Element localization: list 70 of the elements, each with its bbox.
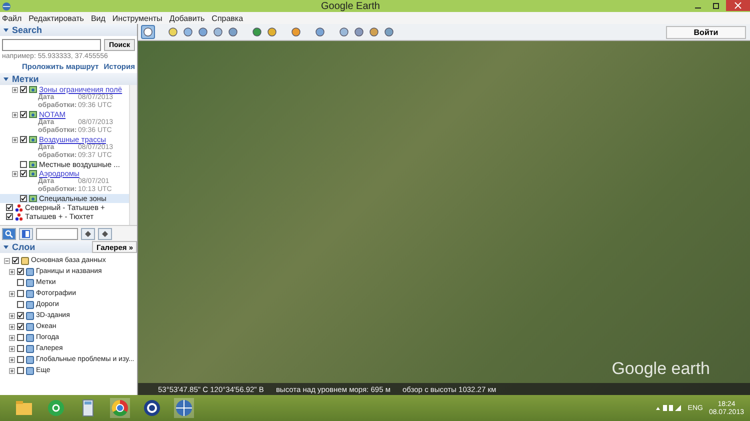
menu-item[interactable]: Добавить [169,14,205,22]
move-up-button[interactable] [81,228,95,240]
checkbox[interactable] [20,161,27,168]
panel-toggle-button[interactable] [19,228,33,240]
database-icon [21,256,29,264]
logo-text: Google earth [612,359,710,379]
expand-toggle-icon[interactable] [9,290,15,296]
tray-icons-drawing[interactable] [656,404,682,412]
checkbox[interactable] [17,323,24,330]
menu-item[interactable]: Справка [212,14,244,22]
panel-title: Метки [12,74,40,84]
sign-in-button[interactable]: Войти [666,26,746,38]
checkbox[interactable] [6,213,13,220]
filter-field[interactable] [36,228,78,240]
expand-toggle-icon[interactable] [9,268,15,274]
checkbox[interactable] [17,290,24,297]
checkbox[interactable] [20,170,27,177]
checkbox[interactable] [17,367,24,374]
search-field[interactable] [2,39,101,51]
collapse-arrow-icon[interactable] [3,244,9,250]
close-button[interactable] [726,0,750,11]
checkbox[interactable] [6,204,13,211]
checkbox[interactable] [17,301,24,308]
menu-item[interactable]: Инструменты [112,14,162,22]
move-down-button[interactable] [98,228,112,240]
places-panel-header[interactable]: Метки [0,73,137,85]
diamond-arrows-icon [101,230,109,238]
checkbox[interactable] [20,111,27,118]
sidebar-icon[interactable] [141,25,155,39]
menu-item[interactable]: Вид [90,14,106,22]
expand-toggle-icon[interactable] [12,170,18,176]
globe-icon[interactable] [174,398,194,418]
panel-title: Search [12,25,44,35]
browser-icon[interactable] [110,398,130,418]
menu-item[interactable]: Редактировать [28,14,84,22]
folder-icon[interactable] [14,398,34,418]
checkbox[interactable] [17,345,24,352]
expand-toggle-icon[interactable] [9,334,15,340]
expand-toggle-icon[interactable] [12,136,18,142]
checkbox[interactable] [17,312,24,319]
collapse-arrow-icon[interactable] [3,76,9,82]
diamond-arrows-icon [84,230,92,238]
network-folder-icon [29,110,37,118]
search-panel-header[interactable]: Search [0,24,137,36]
network-folder-icon [29,136,37,144]
collapse-toggle-icon[interactable] [4,258,10,264]
search-button[interactable] [2,228,16,240]
menu-item[interactable]: Файл [2,14,22,22]
collapse-arrow-icon[interactable] [3,27,9,33]
network-folder-icon [29,86,37,94]
window-title: Google Earth [320,0,381,12]
expand-toggle-icon[interactable] [12,112,18,118]
network-folder-icon [29,194,37,202]
expand-toggle-icon[interactable] [9,324,15,330]
panel-title: Слои [12,242,36,252]
checkbox[interactable] [20,86,27,93]
checkbox[interactable] [20,195,27,202]
scrollbar[interactable] [129,85,137,225]
checkbox[interactable] [12,257,19,264]
checkbox[interactable] [17,279,24,286]
expand-toggle-icon[interactable] [9,312,15,318]
checkbox[interactable] [17,356,24,363]
expand-toggle-icon[interactable] [9,368,15,374]
expand-toggle-icon[interactable] [12,86,18,92]
expand-toggle-icon[interactable] [9,356,15,362]
checkbox[interactable] [20,136,27,143]
expand-toggle-icon[interactable] [9,346,15,352]
circle-app-icon[interactable] [142,398,162,418]
checkbox[interactable] [17,334,24,341]
checkbox[interactable] [17,268,24,275]
